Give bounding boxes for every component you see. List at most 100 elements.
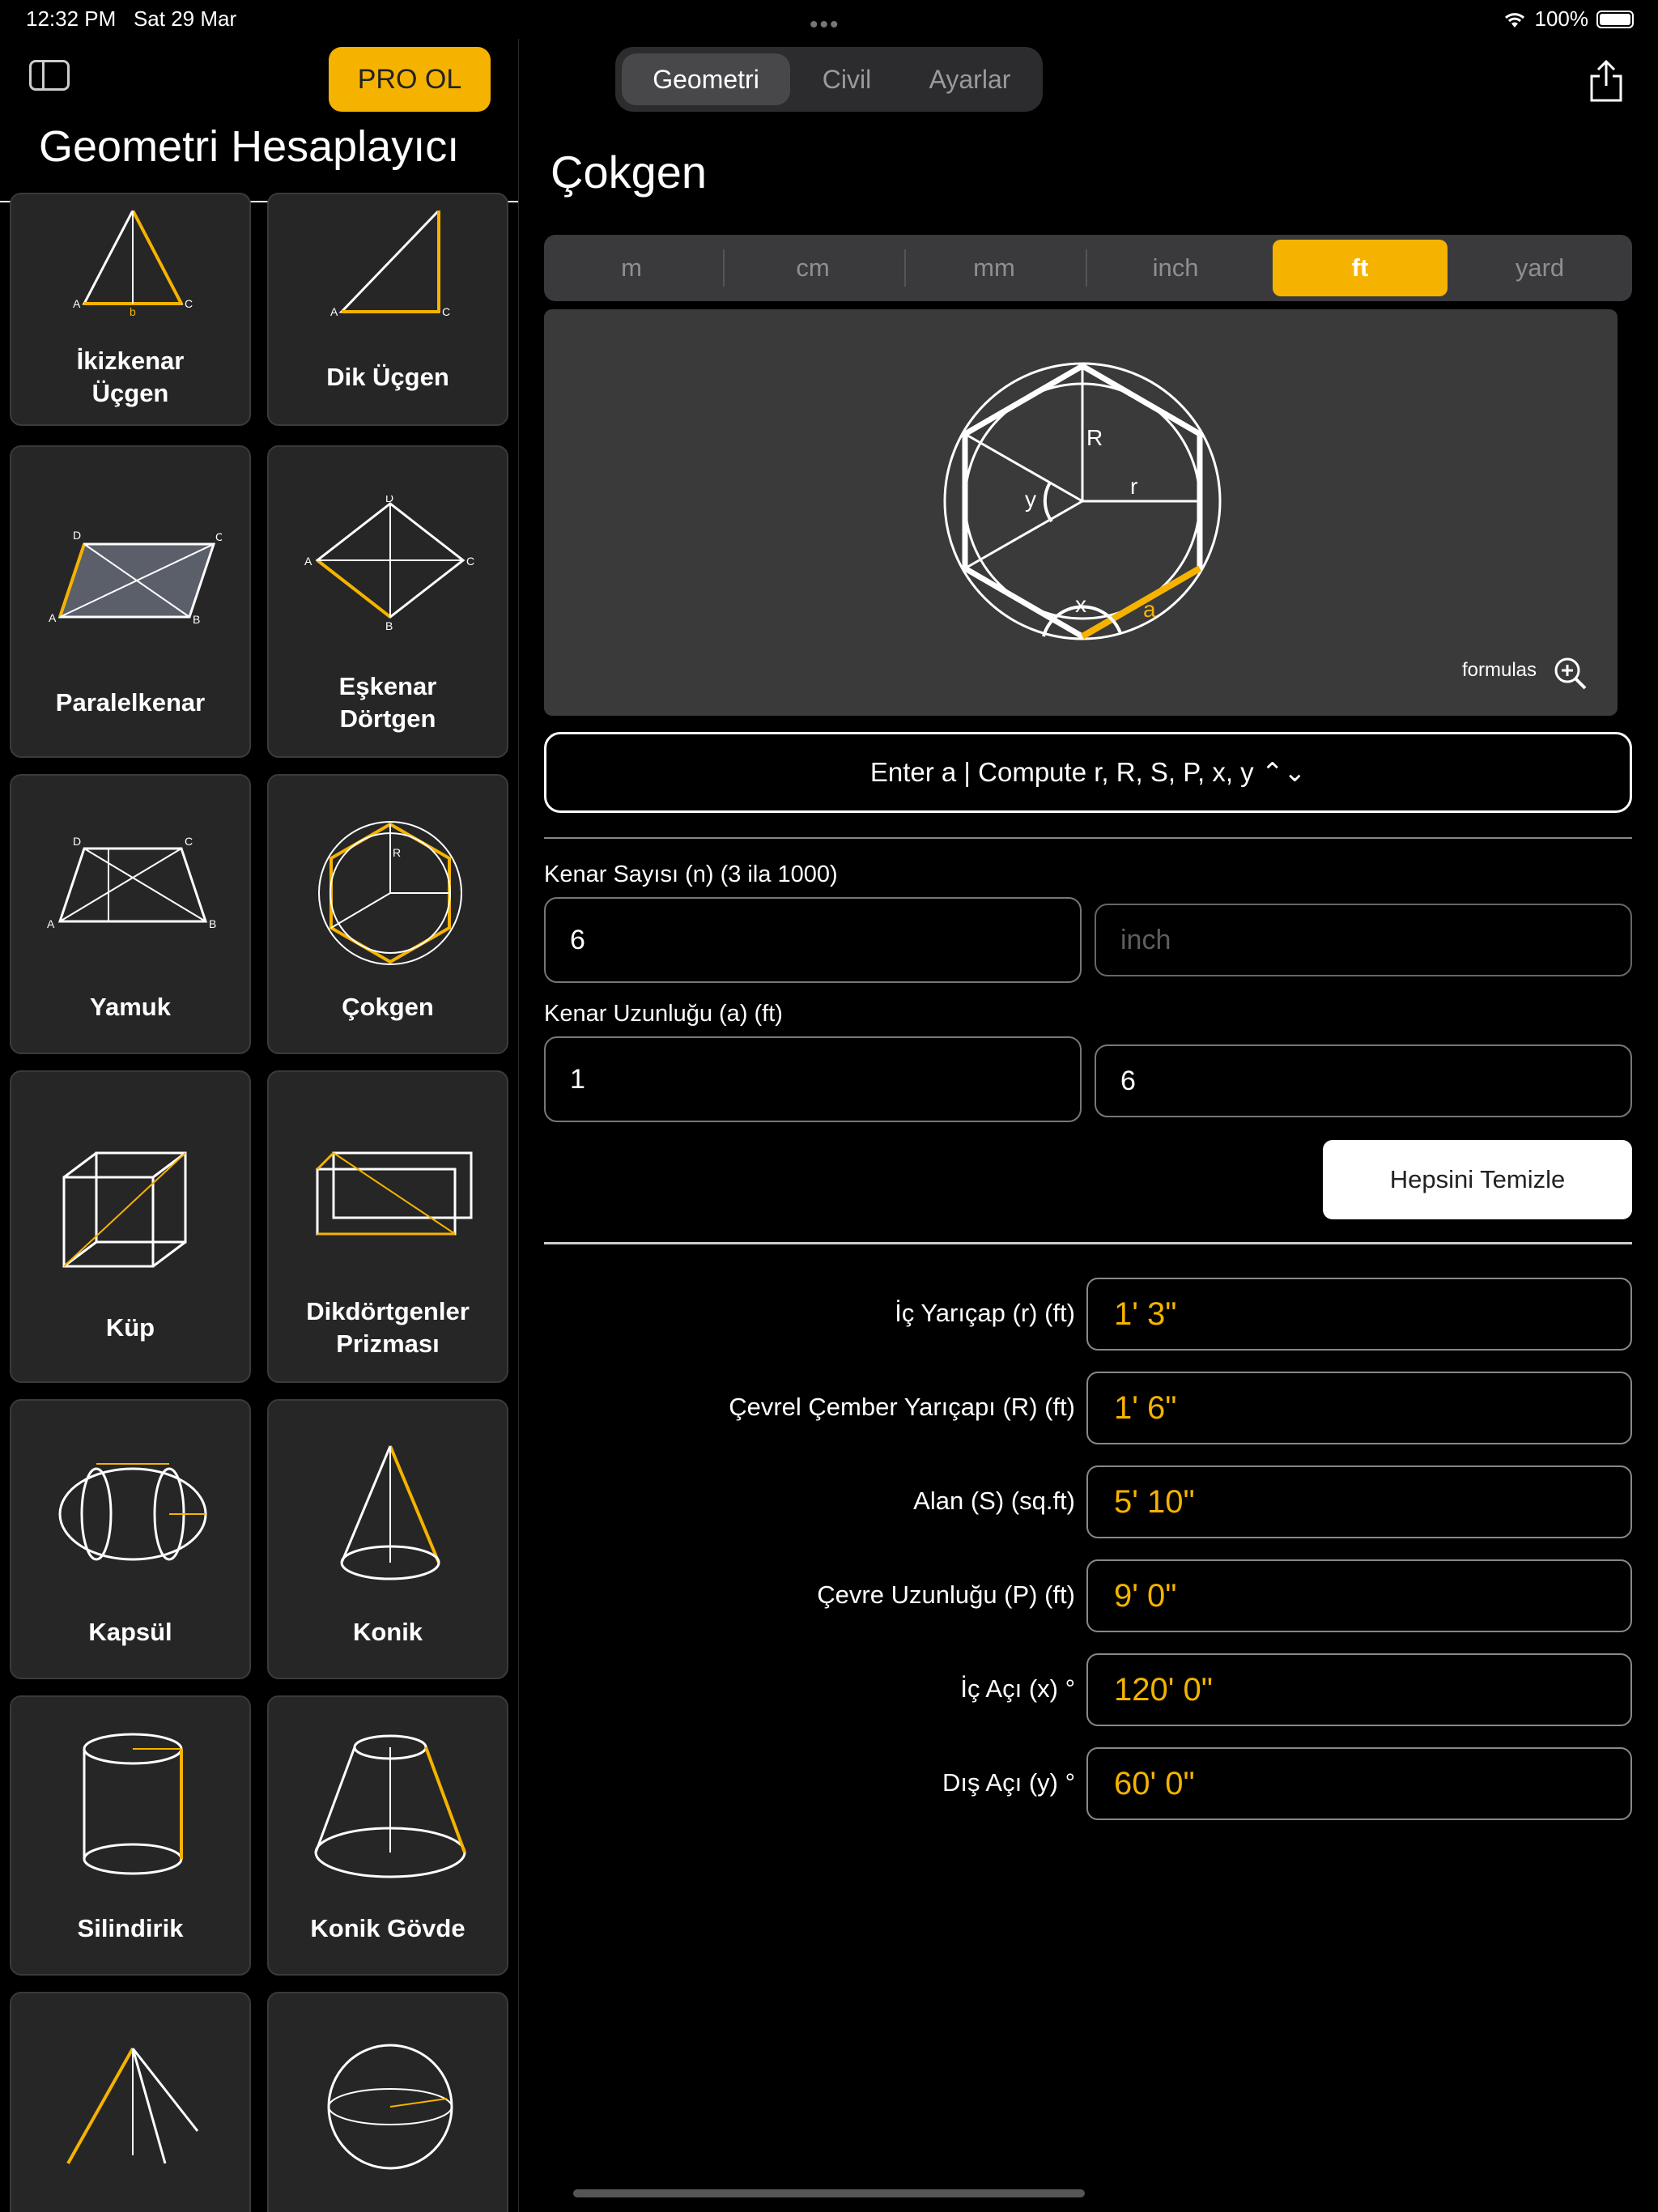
hexagon-diagram: R r y x a	[943, 362, 1222, 640]
status-time: 12:32 PM Sat 29 Mar	[26, 6, 237, 31]
unit-mm[interactable]: mm	[907, 240, 1082, 296]
svg-text:B: B	[193, 613, 200, 626]
card-label: Eşkenar Dörtgen	[338, 672, 437, 733]
result-circumradius: 1' 6"	[1086, 1372, 1632, 1444]
right-triangle-icon: AC	[330, 211, 450, 318]
rhombus-icon: D A C B	[304, 496, 474, 632]
clear-all-button[interactable]: Hepsini Temizle	[1323, 1140, 1632, 1219]
label-r: r	[1130, 474, 1137, 499]
wifi-icon	[1504, 12, 1524, 28]
result-label-perimeter: Çevre Uzunluğu (P) (ft)	[817, 1580, 1075, 1609]
cylinder-icon	[83, 1733, 183, 1875]
tab-settings[interactable]: Ayarlar	[903, 53, 1036, 105]
pro-button[interactable]: PRO OL	[329, 47, 491, 112]
side-length-label: Kenar Uzunluğu (a) (ft)	[544, 1001, 783, 1027]
card-rhombus[interactable]: D A C B Eşkenar Dörtgen	[267, 445, 508, 758]
card-cube[interactable]: Küp	[10, 1070, 251, 1383]
unit-ft[interactable]: ft	[1273, 240, 1448, 296]
tab-civil[interactable]: Civil	[790, 53, 903, 105]
unit-divider	[904, 249, 906, 287]
unit-divider	[723, 249, 725, 287]
svg-text:C: C	[185, 835, 193, 848]
svg-text:C: C	[185, 297, 193, 310]
tab-geometry[interactable]: Geometri	[622, 53, 790, 105]
card-sphere[interactable]	[267, 1992, 508, 2212]
result-label-exterior-angle: Dış Açı (y) °	[942, 1768, 1075, 1797]
card-label: Çokgen	[342, 993, 434, 1021]
result-label-inradius: İç Yarıçap (r) (ft)	[895, 1299, 1075, 1327]
sidebar: PRO OL Geometri Hesaplayıcı AC b İkizken…	[0, 39, 519, 2212]
compute-mode-picker[interactable]: Enter a | Compute r, R, S, P, x, y ⌃⌄	[544, 732, 1632, 813]
sidebar-toggle-icon[interactable]	[29, 60, 70, 91]
status-bar: 12:32 PM Sat 29 Mar ••• 100%	[0, 0, 1658, 39]
svg-text:D: D	[385, 496, 393, 504]
svg-text:D: D	[73, 529, 81, 542]
card-polygon[interactable]: R Çokgen	[267, 774, 508, 1054]
sides-input[interactable]: 6	[544, 897, 1082, 983]
parallelogram-icon: D C A B	[49, 529, 222, 626]
pyramid-icon	[66, 2048, 199, 2164]
cone-icon	[340, 1445, 440, 1580]
result-inradius: 1' 3"	[1086, 1278, 1632, 1351]
sides-label: Kenar Sayısı (n) (3 ila 1000)	[544, 861, 838, 887]
card-parallelogram[interactable]: D C A B Paralelkenar	[10, 445, 251, 758]
card-label: Kapsül	[88, 1618, 172, 1646]
card-rectangular-prism[interactable]: Dikdörtgenler Prizması	[267, 1070, 508, 1383]
page-title: Çokgen	[551, 147, 708, 198]
label-y: y	[1025, 487, 1036, 512]
unit-selector: m cm mm inch ft yard	[544, 235, 1632, 301]
unit-m[interactable]: m	[544, 240, 719, 296]
unit-inch[interactable]: inch	[1088, 240, 1263, 296]
share-icon[interactable]	[1588, 58, 1624, 104]
label-x: x	[1075, 592, 1086, 617]
card-isosceles-triangle[interactable]: A C b İkizkenar Üçgen	[10, 193, 251, 426]
svg-text:B: B	[385, 619, 393, 632]
multitask-dots-icon[interactable]: •••	[810, 11, 840, 39]
svg-text:D: D	[73, 835, 81, 848]
card-label: Konik Gövde	[310, 1914, 466, 1942]
result-label-area: Alan (S) (sq.ft)	[913, 1487, 1075, 1515]
result-perimeter: 9' 0"	[1086, 1559, 1632, 1632]
card-frustum[interactable]: Konik Gövde	[267, 1695, 508, 1976]
card-label: Yamuk	[90, 993, 171, 1021]
card-cone[interactable]: Konik	[267, 1399, 508, 1679]
side-length-inch-input[interactable]: 6	[1095, 1044, 1632, 1117]
card-label: Küp	[105, 1313, 155, 1342]
side-length-input[interactable]: 1	[544, 1036, 1082, 1122]
battery-percent: 100%	[1534, 6, 1589, 31]
frustum-icon	[314, 1734, 466, 1878]
svg-text:A: A	[49, 611, 57, 624]
svg-text:A: A	[47, 917, 55, 930]
result-interior-angle: 120' 0"	[1086, 1653, 1632, 1726]
sides-unit-field[interactable]: inch	[1095, 904, 1632, 976]
card-capsule[interactable]: Kapsül	[10, 1399, 251, 1679]
card-pyramid[interactable]	[10, 1992, 251, 2212]
svg-text:C: C	[466, 555, 474, 568]
svg-text:C: C	[442, 305, 450, 318]
polygon-icon: R	[318, 821, 462, 965]
card-label: Konik	[352, 1618, 423, 1646]
sphere-icon	[327, 2044, 453, 2170]
svg-text:C: C	[215, 530, 222, 543]
card-label: Dik Üçgen	[326, 363, 449, 391]
card-trapezoid[interactable]: D C A B Yamuk	[10, 774, 251, 1054]
card-cylinder[interactable]: Silindirik	[10, 1695, 251, 1976]
sidebar-title: Geometri Hesaplayıcı	[39, 122, 460, 171]
divider	[544, 837, 1632, 839]
result-label-interior-angle: İç Açı (x) °	[960, 1674, 1075, 1703]
home-indicator[interactable]	[573, 2189, 1085, 2197]
svg-text:b: b	[130, 305, 136, 316]
isosceles-triangle-icon: AC b	[73, 211, 193, 316]
label-a: a	[1143, 597, 1156, 622]
divider	[544, 1242, 1632, 1244]
zoom-in-icon[interactable]	[1553, 656, 1588, 691]
polygon-diagram: R r y x a formulas	[544, 309, 1618, 716]
unit-cm[interactable]: cm	[725, 240, 900, 296]
card-label: Paralelkenar	[55, 688, 206, 717]
card-right-triangle[interactable]: AC Dik Üçgen	[267, 193, 508, 426]
unit-divider	[1086, 249, 1087, 287]
formulas-label[interactable]: formulas	[1462, 659, 1537, 682]
svg-text:A: A	[73, 297, 81, 310]
cube-icon	[62, 1151, 187, 1268]
unit-yard[interactable]: yard	[1452, 240, 1627, 296]
